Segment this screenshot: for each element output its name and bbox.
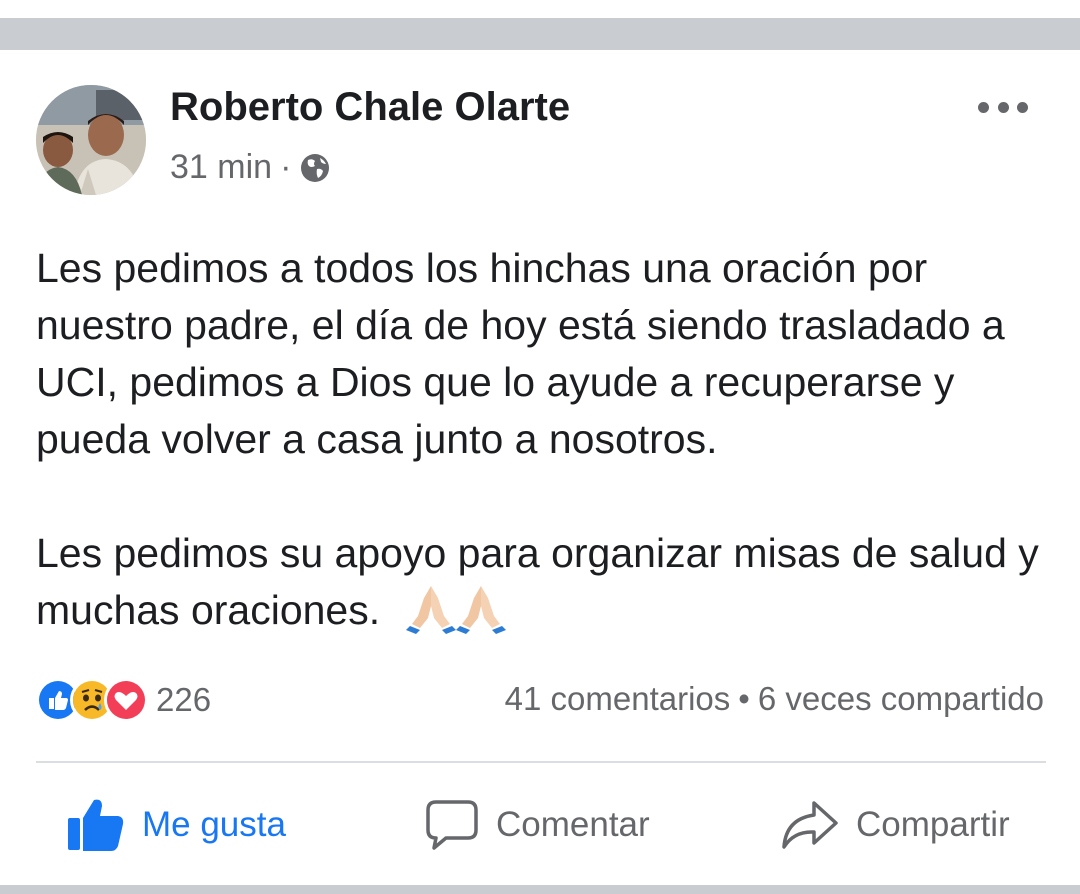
more-dot [997, 101, 1009, 113]
top-gap [0, 0, 1080, 18]
avatar[interactable] [36, 85, 146, 195]
engagement-stats: 41 comentarios • 6 veces compartido [505, 680, 1044, 718]
stats-separator: • [738, 680, 750, 717]
post-paragraph-text: Les pedimos a todos los hinchas una orac… [36, 245, 1005, 462]
feed-separator-top [0, 18, 1080, 50]
post-card: Roberto Chale Olarte 31 min · Les pedimo… [0, 50, 1080, 885]
share-arrow-icon [782, 801, 838, 849]
reactions-summary[interactable]: 226 [36, 677, 211, 723]
thumbs-up-icon [68, 799, 124, 851]
feed-separator-bottom [0, 885, 1080, 894]
post-paragraph-text: Les pedimos su apoyo para organizar misa… [36, 530, 1039, 633]
more-dot [978, 101, 989, 113]
share-button[interactable]: Compartir [780, 790, 1010, 860]
author-name[interactable]: Roberto Chale Olarte [170, 85, 570, 130]
post-time[interactable]: 31 min [170, 148, 272, 187]
comment-button[interactable]: Comentar [424, 790, 650, 860]
globe-icon [299, 152, 331, 184]
post-actions: Me gusta Comentar Compartir [0, 790, 1080, 860]
comments-count[interactable]: 41 comentarios [505, 680, 731, 717]
divider [36, 761, 1046, 763]
praying-hands-icon [405, 582, 456, 634]
shares-count[interactable]: 6 veces compartido [758, 680, 1044, 717]
like-button[interactable]: Me gusta [66, 790, 286, 860]
post-paragraph: Les pedimos su apoyo para organizar misa… [36, 525, 1056, 639]
meta-separator: · [280, 148, 292, 186]
reaction-count: 226 [156, 681, 212, 718]
more-dot [1017, 101, 1028, 113]
post-meta: 31 min · [170, 148, 331, 187]
more-options-icon[interactable] [978, 94, 1028, 120]
comment-bubble-icon [426, 800, 478, 850]
post-paragraph: Les pedimos a todos los hinchas una orac… [36, 240, 1056, 468]
praying-hands-icon [455, 582, 506, 634]
comment-label: Comentar [496, 805, 650, 844]
share-label: Compartir [856, 805, 1010, 844]
post-body: Les pedimos a todos los hinchas una orac… [36, 240, 1056, 639]
love-reaction-icon [104, 678, 148, 722]
like-label: Me gusta [142, 805, 286, 844]
